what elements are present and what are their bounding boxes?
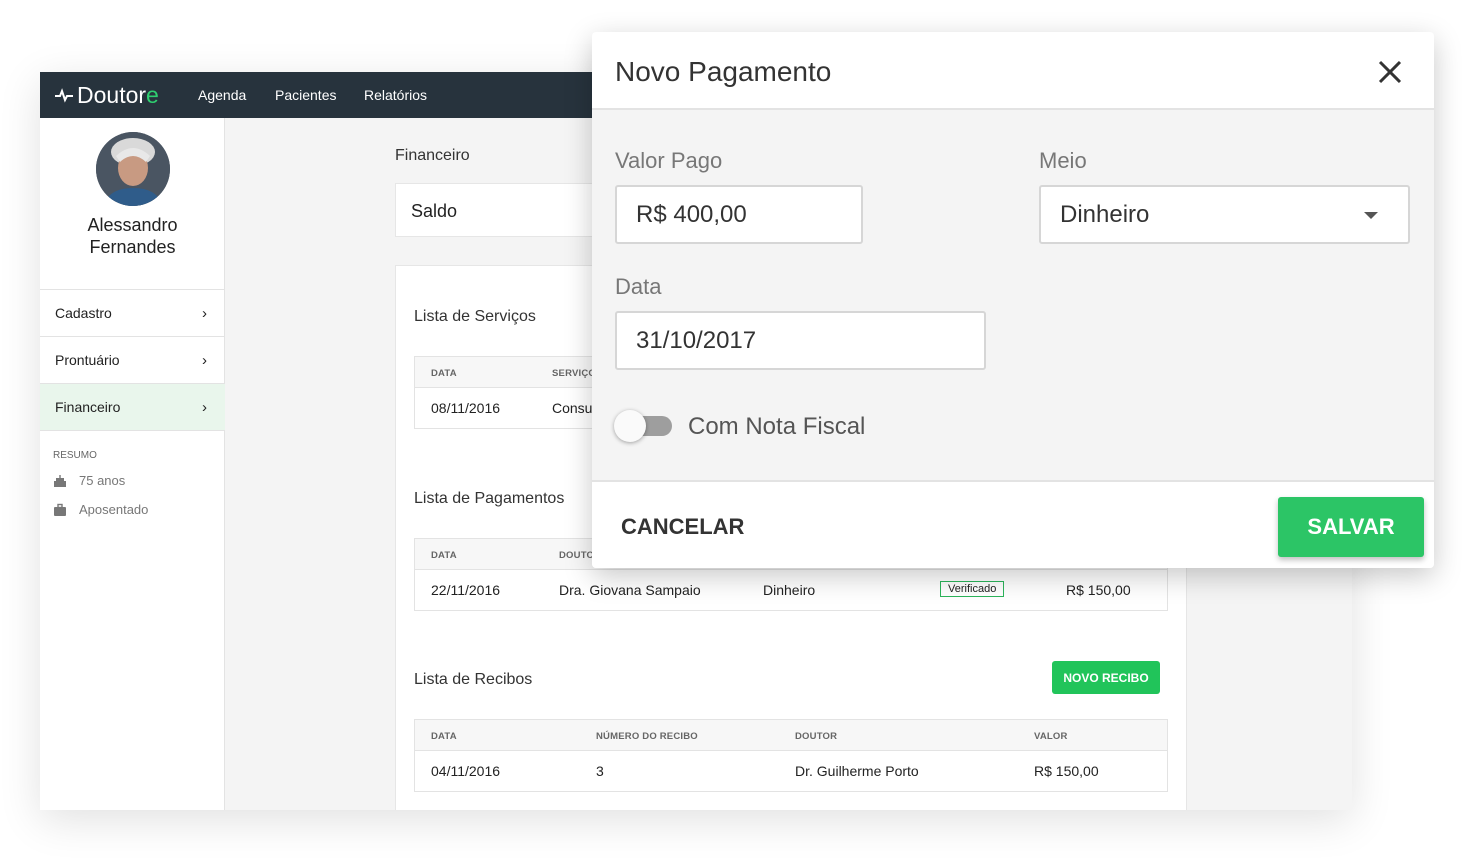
pulse-icon xyxy=(55,88,73,103)
menu-item-label: Financeiro xyxy=(55,399,121,415)
patient-last-name: Fernandes xyxy=(89,237,176,257)
doutore-logo[interactable]: Doutor e xyxy=(54,82,159,108)
recibos-table: DATA NÚMERO DO RECIBO DOUTOR VALOR 04/11… xyxy=(414,719,1168,792)
nav-pacientes[interactable]: Pacientes xyxy=(275,87,336,103)
nota-fiscal-toggle[interactable] xyxy=(614,410,674,442)
page-title: Financeiro xyxy=(395,147,470,164)
close-icon xyxy=(1378,60,1402,84)
status-badge: Verificado xyxy=(940,581,1005,597)
patient-name: Alessandro Fernandes xyxy=(40,214,225,258)
column-header: SERVIÇO xyxy=(552,368,596,379)
patient-menu: Cadastro › Prontuário › Financeiro › xyxy=(40,289,225,431)
logo-text: Doutor xyxy=(77,81,147,108)
table-row[interactable]: 04/11/2016 3 Dr. Guilherme Porto R$ 150,… xyxy=(415,751,1167,791)
nota-fiscal-label: Com Nota Fiscal xyxy=(688,413,866,440)
age-text: 75 anos xyxy=(79,473,126,488)
column-header: NÚMERO DO RECIBO xyxy=(596,731,698,742)
column-header: DATA xyxy=(431,731,457,742)
meio-select[interactable]: Dinheiro xyxy=(1039,185,1410,244)
cancel-button[interactable]: CANCELAR xyxy=(621,514,744,540)
patient-avatar xyxy=(96,132,170,206)
novo-pagamento-dialog: Novo Pagamento Valor Pago R$ 400,00 Meio… xyxy=(592,32,1434,568)
dialog-footer: CANCELAR SALVAR xyxy=(592,480,1434,568)
data-input[interactable]: 31/10/2017 xyxy=(615,311,986,370)
column-header: DOUTOR xyxy=(795,731,838,742)
dialog-header: Novo Pagamento xyxy=(592,32,1434,110)
toggle-knob xyxy=(614,410,646,442)
dialog-title: Novo Pagamento xyxy=(615,56,832,87)
dropdown-arrow-icon xyxy=(1364,212,1378,219)
resumo-occupation: Aposentado xyxy=(53,502,148,517)
servicos-title: Lista de Serviços xyxy=(414,308,536,325)
nav-relatorios[interactable]: Relatórios xyxy=(364,87,427,103)
column-header: DATA xyxy=(431,550,457,561)
chevron-right-icon: › xyxy=(202,304,207,322)
resumo-age: 75 anos xyxy=(53,473,125,488)
menu-item-cadastro[interactable]: Cadastro › xyxy=(40,290,225,337)
cell-date: 04/11/2016 xyxy=(431,763,501,779)
column-header: DATA xyxy=(431,368,457,379)
nav-agenda[interactable]: Agenda xyxy=(198,87,246,103)
novo-recibo-button[interactable]: NOVO RECIBO xyxy=(1052,661,1160,694)
cake-icon xyxy=(54,474,66,487)
chevron-right-icon: › xyxy=(202,398,207,416)
pagamentos-title: Lista de Pagamentos xyxy=(414,490,565,507)
patient-first-name: Alessandro xyxy=(87,215,178,235)
patient-sidebar: Alessandro Fernandes Cadastro › Prontuár… xyxy=(40,118,225,810)
occupation-text: Aposentado xyxy=(79,502,149,517)
valor-input[interactable]: R$ 400,00 xyxy=(615,185,863,244)
cell-receipt-number: 3 xyxy=(596,763,604,779)
data-label: Data xyxy=(615,274,662,299)
column-header: VALOR xyxy=(1034,731,1068,742)
save-button[interactable]: SALVAR xyxy=(1278,497,1424,557)
table-row[interactable]: 22/11/2016 Dra. Giovana Sampaio Dinheiro… xyxy=(415,570,1167,610)
cell-doctor: Dr. Guilherme Porto xyxy=(795,763,919,779)
chevron-right-icon: › xyxy=(202,351,207,369)
menu-item-prontuario[interactable]: Prontuário › xyxy=(40,337,225,384)
saldo-label: Saldo xyxy=(411,201,458,221)
meio-label: Meio xyxy=(1039,148,1087,173)
cell-doctor: Dra. Giovana Sampaio xyxy=(559,582,701,598)
valor-label: Valor Pago xyxy=(615,148,723,173)
close-button[interactable] xyxy=(1372,54,1408,90)
recibos-title: Lista de Recibos xyxy=(414,671,533,688)
briefcase-icon xyxy=(54,503,66,516)
cell-value: R$ 150,00 xyxy=(1066,582,1131,598)
cell-value: R$ 150,00 xyxy=(1034,763,1099,779)
cell-method: Dinheiro xyxy=(763,582,816,598)
logo-accent: e xyxy=(146,81,159,108)
cell-date: 22/11/2016 xyxy=(431,582,501,598)
menu-item-label: Cadastro xyxy=(55,305,112,321)
meio-selected-value: Dinheiro xyxy=(1060,200,1150,228)
menu-item-financeiro[interactable]: Financeiro › xyxy=(40,384,225,431)
resumo-title: RESUMO xyxy=(53,450,97,461)
cell-date: 08/11/2016 xyxy=(431,400,501,416)
table-header: DATA NÚMERO DO RECIBO DOUTOR VALOR xyxy=(415,720,1167,751)
menu-item-label: Prontuário xyxy=(55,352,120,368)
